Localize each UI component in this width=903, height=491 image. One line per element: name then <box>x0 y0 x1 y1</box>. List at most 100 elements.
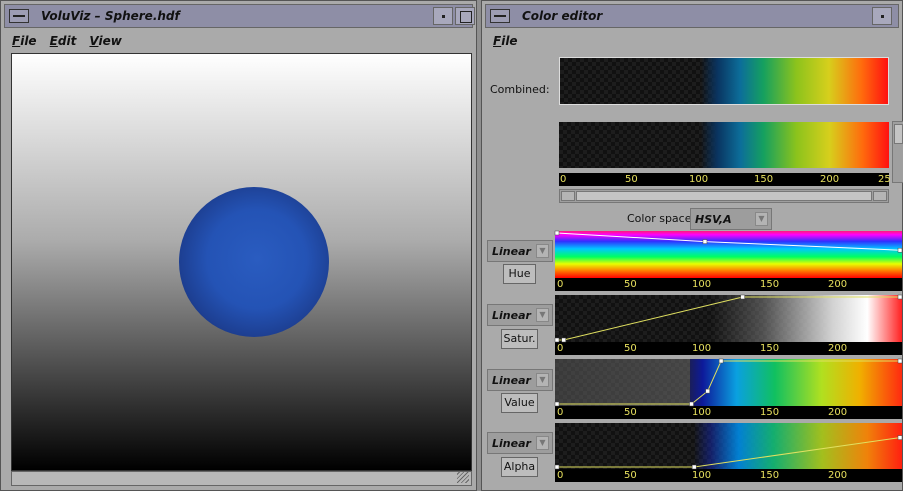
value-interp-select[interactable]: Linear ▼ <box>487 369 553 391</box>
control-point[interactable] <box>897 247 903 253</box>
chevron-down-icon: ▼ <box>536 244 549 258</box>
tick-label: 50 <box>624 470 637 481</box>
scroll-thumb[interactable] <box>894 124 903 144</box>
title-bar[interactable]: Color editor <box>485 4 899 28</box>
tick-label: 100 <box>692 279 712 290</box>
tick-label: 150 <box>760 343 780 354</box>
control-point[interactable] <box>691 464 697 470</box>
vertical-scrollbar[interactable] <box>892 121 903 183</box>
axis-alpha: 0 50 100 150 200 <box>555 469 902 482</box>
scroll-thumb[interactable] <box>576 191 872 201</box>
minimize-icon[interactable] <box>433 7 453 25</box>
combined-preview <box>559 57 889 105</box>
saturation-curve[interactable] <box>554 294 903 343</box>
tick-label: 150 <box>754 174 774 185</box>
title-bar[interactable]: VoluViz – Sphere.hdf <box>4 4 475 28</box>
control-point[interactable] <box>554 401 560 407</box>
curve-line <box>557 360 900 405</box>
tick-label: 0 <box>560 174 567 185</box>
tick-label: 0 <box>557 343 564 354</box>
hue-interp-select[interactable]: Linear ▼ <box>487 240 553 262</box>
chevron-down-icon: ▼ <box>755 212 768 226</box>
interp-value: Linear <box>492 437 531 450</box>
rgb-gradient <box>559 122 889 168</box>
control-point[interactable] <box>702 239 708 244</box>
menu-bar: File Edit View <box>4 30 473 52</box>
interp-value: Linear <box>492 309 531 322</box>
scroll-left-icon[interactable] <box>561 191 575 201</box>
tick-label: 50 <box>624 407 637 418</box>
menu-file[interactable]: File <box>12 34 37 48</box>
alpha-button[interactable]: Alpha <box>501 457 538 477</box>
value-curve[interactable] <box>554 358 903 407</box>
tick-label: 50 <box>624 279 637 290</box>
curve-line <box>557 437 901 468</box>
window-title: VoluViz – Sphere.hdf <box>41 9 180 23</box>
tick-label: 0 <box>557 470 564 481</box>
control-point[interactable] <box>554 464 560 470</box>
window-title: Color editor <box>522 9 603 23</box>
menu-bar: File <box>485 30 899 52</box>
control-point[interactable] <box>740 294 745 300</box>
tick-label: 50 <box>625 174 638 185</box>
menu-edit[interactable]: Edit <box>50 34 77 48</box>
control-point[interactable] <box>705 388 710 394</box>
scroll-right-icon[interactable] <box>873 191 887 201</box>
control-point[interactable] <box>689 401 694 407</box>
control-point[interactable] <box>554 337 560 343</box>
alpha-curve[interactable] <box>554 423 903 470</box>
color-space-value: HSV,A <box>695 213 732 226</box>
window-menu-icon[interactable] <box>490 9 510 23</box>
alpha-interp-select[interactable]: Linear ▼ <box>487 432 553 454</box>
tick-label: 150 <box>760 407 780 418</box>
volume-viewer-window: VoluViz – Sphere.hdf File Edit View <box>0 0 477 491</box>
axis-combined: 0 50 100 150 200 25 <box>559 173 891 186</box>
tick-label: 100 <box>689 174 709 185</box>
tick-label: 100 <box>692 343 712 354</box>
combined-label: Combined: <box>490 83 550 96</box>
tick-label: 200 <box>828 407 848 418</box>
menu-file[interactable]: File <box>493 34 518 48</box>
saturation-interp-select[interactable]: Linear ▼ <box>487 304 553 326</box>
tick-label: 200 <box>820 174 840 185</box>
tick-label: 200 <box>828 470 848 481</box>
window-menu-icon[interactable] <box>9 9 29 23</box>
combined-gradient <box>560 58 888 104</box>
control-point[interactable] <box>897 294 903 300</box>
tick-label: 200 <box>828 279 848 290</box>
interp-value: Linear <box>492 245 531 258</box>
color-space-label: Color space: <box>627 212 696 225</box>
hue-button[interactable]: Hue <box>503 264 536 284</box>
interp-value: Linear <box>492 374 531 387</box>
menu-view[interactable]: View <box>89 34 121 48</box>
tick-label: 150 <box>760 470 780 481</box>
render-viewport[interactable] <box>11 53 472 471</box>
tick-label: 100 <box>692 407 712 418</box>
hue-curve[interactable] <box>554 230 903 278</box>
value-button[interactable]: Value <box>501 393 538 413</box>
axis-value: 0 50 100 150 200 <box>555 406 902 419</box>
rgb-preview <box>559 122 889 168</box>
tick-label: 0 <box>557 407 564 418</box>
saturation-button[interactable]: Satur. <box>501 329 538 349</box>
color-space-select[interactable]: HSV,A ▼ <box>690 208 772 230</box>
control-point[interactable] <box>718 358 724 364</box>
curve-line <box>556 232 901 251</box>
tick-label: 200 <box>828 343 848 354</box>
tick-label: 0 <box>557 279 564 290</box>
control-point[interactable] <box>897 358 903 364</box>
horizontal-scrollbar[interactable] <box>559 189 889 203</box>
chevron-down-icon: ▼ <box>536 308 549 322</box>
chevron-down-icon: ▼ <box>536 436 549 450</box>
color-editor-window: Color editor File Combined: 0 50 100 150… <box>481 0 903 491</box>
minimize-icon[interactable] <box>872 7 892 25</box>
chevron-down-icon: ▼ <box>536 373 549 387</box>
control-point[interactable] <box>897 435 903 440</box>
status-bar <box>11 471 472 486</box>
maximize-icon[interactable] <box>455 7 475 25</box>
resize-grip-icon[interactable] <box>457 471 469 483</box>
tick-label: 25 <box>878 174 891 185</box>
axis-hue: 0 50 100 150 200 <box>555 278 902 291</box>
control-point[interactable] <box>554 230 560 236</box>
control-point[interactable] <box>561 337 566 343</box>
